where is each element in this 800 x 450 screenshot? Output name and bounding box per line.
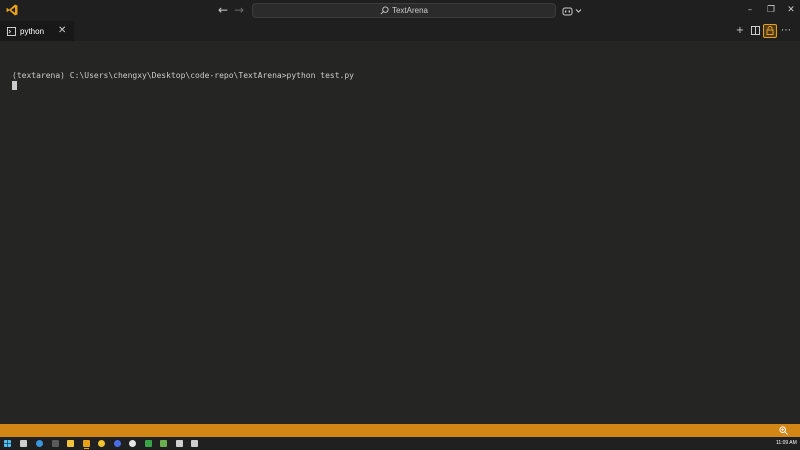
zoom-icon[interactable] bbox=[779, 426, 788, 435]
more-actions-button[interactable]: ⋯ bbox=[779, 24, 793, 38]
copilot-icon bbox=[562, 7, 573, 15]
task-view-icon[interactable] bbox=[20, 440, 27, 447]
chevron-down-icon bbox=[575, 8, 582, 13]
close-icon[interactable]: ✕ bbox=[58, 21, 66, 41]
edge-icon[interactable] bbox=[36, 440, 43, 447]
command-center-label: TextArena bbox=[391, 6, 429, 15]
app-icon[interactable] bbox=[129, 440, 136, 447]
app-icon[interactable] bbox=[114, 440, 121, 447]
command-center-search[interactable]: TextArena bbox=[252, 3, 556, 18]
taskbar: 11:09 AM bbox=[0, 437, 800, 450]
app-icon[interactable] bbox=[160, 440, 167, 447]
terminal-prompt-line: (textarena) C:\Users\chengxy\Desktop\cod… bbox=[12, 71, 354, 80]
terminal-taskbar-icon[interactable] bbox=[176, 440, 183, 447]
terminal-panel[interactable]: (textarena) C:\Users\chengxy\Desktop\cod… bbox=[0, 41, 800, 424]
copilot-button[interactable] bbox=[562, 3, 582, 18]
search-icon bbox=[380, 6, 389, 15]
active-app-indicator bbox=[84, 448, 89, 449]
file-explorer-icon[interactable] bbox=[67, 440, 74, 447]
app-icon[interactable] bbox=[52, 440, 59, 447]
split-icon bbox=[750, 26, 760, 35]
close-window-button[interactable]: ✕ bbox=[779, 0, 800, 21]
vscode-taskbar-icon[interactable] bbox=[83, 440, 90, 447]
new-terminal-button[interactable]: + bbox=[733, 24, 747, 38]
lock-icon bbox=[766, 26, 774, 35]
lock-button[interactable] bbox=[763, 24, 777, 38]
tab-python[interactable]: python ✕ bbox=[0, 21, 74, 41]
tab-label: python bbox=[20, 26, 45, 36]
chrome-icon[interactable] bbox=[98, 440, 105, 447]
terminal-icon bbox=[7, 26, 16, 36]
app-icon[interactable] bbox=[145, 440, 152, 447]
windows-start-icon[interactable] bbox=[4, 440, 11, 447]
split-terminal-button[interactable] bbox=[748, 24, 762, 38]
forward-button[interactable]: → bbox=[232, 2, 246, 18]
title-bar: ← → TextArena – ❐ ✕ bbox=[0, 0, 800, 21]
taskbar-clock: 11:09 AM bbox=[776, 440, 797, 446]
back-button[interactable]: ← bbox=[216, 2, 230, 18]
app-icon[interactable] bbox=[191, 440, 198, 447]
status-bar bbox=[0, 424, 800, 437]
terminal-cursor bbox=[12, 81, 17, 90]
terminal-tab-bar: python ✕ + ⋯ bbox=[0, 21, 800, 41]
vscode-logo-icon bbox=[6, 4, 18, 16]
